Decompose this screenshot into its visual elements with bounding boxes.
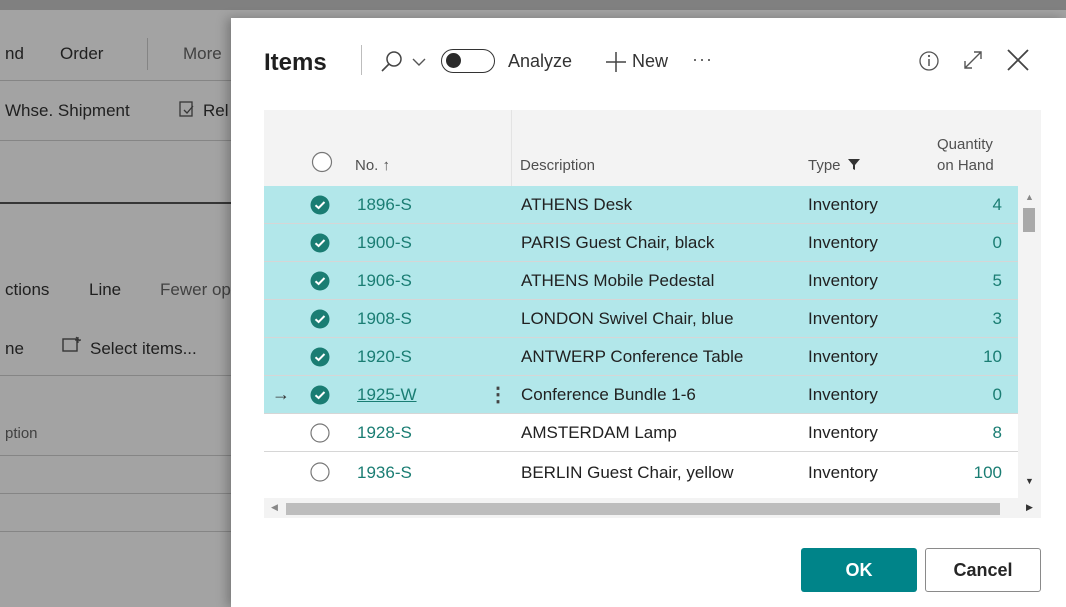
column-separator — [511, 110, 512, 186]
toggle-knob — [446, 53, 461, 68]
item-no[interactable]: 1900-S — [357, 233, 412, 253]
item-no[interactable]: 1908-S — [357, 309, 412, 329]
table-row[interactable]: 1936-S BERLIN Guest Chair, yellow Invent… — [264, 452, 1018, 498]
search-icon[interactable] — [380, 50, 404, 79]
column-header-description[interactable]: Description — [520, 157, 595, 174]
item-type: Inventory — [808, 423, 878, 442]
item-type: Inventory — [808, 309, 878, 328]
row-checked-icon[interactable] — [310, 309, 330, 329]
row-checked-icon[interactable] — [310, 195, 330, 215]
items-grid: No. ↑ Description Type Quantity on Hand … — [264, 110, 1041, 518]
item-qty[interactable]: 5 — [993, 271, 1002, 291]
table-row[interactable]: 1920-S ANTWERP Conference Table Inventor… — [264, 338, 1018, 376]
dialog-title: Items — [264, 49, 327, 76]
item-description: BERLIN Guest Chair, yellow — [521, 463, 734, 482]
scroll-down-icon[interactable]: ▼ — [1025, 476, 1034, 486]
scroll-right-icon[interactable]: ▶ — [1026, 502, 1033, 513]
item-qty[interactable]: 100 — [974, 463, 1002, 483]
row-checked-icon[interactable] — [310, 233, 330, 253]
current-row-arrow-icon: → — [272, 384, 290, 404]
new-button[interactable]: New — [632, 51, 668, 72]
items-dialog: Items Analyze New ··· No. ↑ Description … — [231, 18, 1066, 607]
info-icon[interactable] — [918, 50, 940, 77]
item-type: Inventory — [808, 195, 878, 214]
plus-icon[interactable] — [604, 50, 628, 79]
item-description: ATHENS Desk — [521, 195, 633, 214]
row-unchecked-icon[interactable] — [310, 462, 330, 482]
item-qty[interactable]: 8 — [993, 423, 1002, 443]
item-no[interactable]: 1936-S — [357, 463, 412, 483]
scroll-up-icon[interactable]: ▲ — [1025, 192, 1034, 202]
row-checked-icon[interactable] — [310, 385, 330, 405]
cancel-button[interactable]: Cancel — [925, 548, 1041, 592]
more-options-icon[interactable]: ··· — [692, 49, 713, 70]
item-description: ANTWERP Conference Table — [521, 347, 744, 366]
item-no[interactable]: 1920-S — [357, 347, 412, 367]
vertical-scroll-thumb[interactable] — [1023, 208, 1035, 232]
horizontal-scrollbar[interactable]: ◀ ▶ — [264, 498, 1041, 518]
table-row-current[interactable]: → 1925-W ⋮ Conference Bundle 1-6 Invento… — [264, 376, 1018, 414]
item-no[interactable]: 1906-S — [357, 271, 412, 291]
row-checked-icon[interactable] — [310, 271, 330, 291]
column-header-qty-line2[interactable]: on Hand — [937, 157, 994, 174]
item-qty[interactable]: 0 — [993, 233, 1002, 253]
table-row[interactable]: 1908-S LONDON Swivel Chair, blue Invento… — [264, 300, 1018, 338]
title-separator — [361, 45, 362, 75]
item-type: Inventory — [808, 271, 878, 290]
ok-button[interactable]: OK — [801, 548, 917, 592]
item-qty[interactable]: 4 — [993, 195, 1002, 215]
analyze-toggle[interactable] — [441, 49, 495, 73]
item-qty[interactable]: 3 — [993, 309, 1002, 329]
item-description: ATHENS Mobile Pedestal — [521, 271, 715, 290]
row-actions-icon[interactable]: ⋮ — [488, 382, 508, 407]
column-header-no[interactable]: No. ↑ — [355, 157, 390, 174]
row-unchecked-icon[interactable] — [310, 423, 330, 443]
vertical-scrollbar[interactable]: ▲ ▼ — [1018, 186, 1041, 498]
item-type: Inventory — [808, 463, 878, 482]
table-row[interactable]: 1906-S ATHENS Mobile Pedestal Inventory … — [264, 262, 1018, 300]
item-qty[interactable]: 0 — [993, 385, 1002, 405]
select-all-checkbox[interactable] — [311, 151, 333, 178]
item-description: LONDON Swivel Chair, blue — [521, 309, 734, 328]
row-checked-icon[interactable] — [310, 347, 330, 367]
item-type: Inventory — [808, 385, 878, 404]
table-row[interactable]: 1900-S PARIS Guest Chair, black Inventor… — [264, 224, 1018, 262]
chevron-down-icon[interactable] — [411, 55, 427, 73]
item-type: Inventory — [808, 347, 878, 366]
item-description: AMSTERDAM Lamp — [521, 423, 677, 442]
item-type: Inventory — [808, 233, 878, 252]
item-no[interactable]: 1928-S — [357, 423, 412, 443]
horizontal-scroll-thumb[interactable] — [286, 503, 1000, 515]
table-row[interactable]: 1896-S ATHENS Desk Inventory 4 — [264, 186, 1018, 224]
item-description: Conference Bundle 1-6 — [521, 385, 696, 404]
table-row[interactable]: 1928-S AMSTERDAM Lamp Inventory 8 — [264, 414, 1018, 452]
column-header-type[interactable]: Type — [808, 157, 841, 174]
close-icon[interactable] — [1006, 48, 1030, 77]
expand-icon[interactable] — [962, 49, 984, 76]
item-no[interactable]: 1896-S — [357, 195, 412, 215]
column-header-qty-line1[interactable]: Quantity — [937, 136, 993, 153]
item-description: PARIS Guest Chair, black — [521, 233, 715, 252]
filter-icon[interactable] — [847, 157, 861, 176]
item-qty[interactable]: 10 — [983, 347, 1002, 367]
analyze-label: Analyze — [508, 51, 573, 71]
scroll-left-icon[interactable]: ◀ — [271, 502, 278, 513]
item-no[interactable]: 1925-W — [357, 385, 417, 405]
